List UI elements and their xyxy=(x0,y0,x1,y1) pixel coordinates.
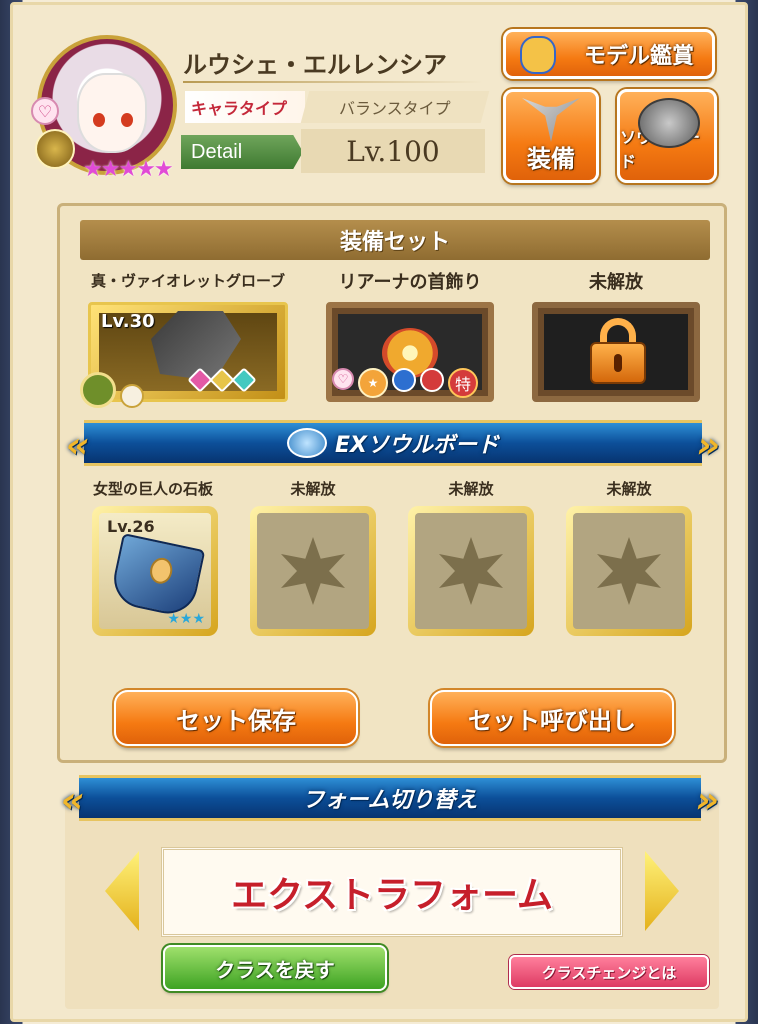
teal-gem-icon xyxy=(231,367,257,393)
set-save-button[interactable]: セット保存 xyxy=(114,690,358,746)
portrait-eye-left xyxy=(93,113,105,127)
class-change-info-button[interactable]: クラスチェンジとは xyxy=(509,955,709,989)
soul-board-emblem-icon xyxy=(287,428,327,458)
affection-heart-glyph: ♡ xyxy=(37,101,53,121)
tablet-portrait xyxy=(147,555,175,586)
soul-slot-3-label: 未解放 xyxy=(448,480,494,498)
sparkle-skill-icon xyxy=(120,384,144,408)
fire-element-icon xyxy=(420,368,444,392)
model-view-button[interactable]: モデル鑑賞 xyxy=(503,29,715,79)
class-emblem-icon xyxy=(35,129,75,169)
stone-tablet-icon xyxy=(108,533,206,619)
current-form-name: エクストラフォーム xyxy=(161,847,623,937)
character-level: Lv.100 xyxy=(301,129,485,173)
star-skill-icon: ★ xyxy=(358,368,388,398)
equip-slot-3-label: 未解放 xyxy=(589,272,643,293)
set-load-button[interactable]: セット呼び出し xyxy=(430,690,674,746)
equipment-set-panel: 装備セット 真・ヴァイオレットグローブ リアーナの首飾り 未解放 Lv.30 ♡… xyxy=(57,203,727,763)
pink-gem-icon xyxy=(187,367,213,393)
character-type-label: キャラタイプ xyxy=(185,91,305,123)
affection-heart-icon: ♡ xyxy=(31,97,59,125)
ex-soul-board-title: EXソウルボード xyxy=(335,433,499,458)
equip-slot-2-badges: ♡ ★ 特 xyxy=(332,368,478,398)
soul-slot-1-label: 女型の巨人の石板 xyxy=(92,480,213,498)
banner-chevron-left-icon: « xyxy=(66,425,90,466)
glove-skill-icon xyxy=(80,372,116,408)
character-detail-window: ♡ ★★★★★ ルウシェ・エルレンシア キャラタイプ バランスタイプ Detai… xyxy=(10,2,748,1022)
model-view-label: モデル鑑賞 xyxy=(583,44,694,69)
model-figure-icon xyxy=(520,36,556,74)
equip-slot-1-gems xyxy=(187,367,257,393)
equip-slot-1-label: 真・ヴァイオレットグローブ xyxy=(90,272,286,290)
portrait-face xyxy=(77,73,147,153)
soul-slot-2-label: 未解放 xyxy=(290,480,336,498)
star-placeholder-icon xyxy=(281,537,345,605)
equip-swords-icon xyxy=(522,98,580,142)
character-type-value: バランスタイプ xyxy=(300,91,490,123)
equip-label: 装備 xyxy=(527,145,575,173)
soul-slot-3-frame xyxy=(415,513,527,629)
equip-slot-1[interactable]: Lv.30 xyxy=(88,302,288,402)
equip-button[interactable]: 装備 xyxy=(503,89,599,183)
soul-slot-4-locked[interactable] xyxy=(566,506,692,636)
soul-board-button[interactable]: ソウルボード xyxy=(617,89,717,183)
soul-slot-3-locked[interactable] xyxy=(408,506,534,636)
banner-chevron-left-icon: « xyxy=(61,780,85,821)
ex-soul-board-banner: « EXソウルボード » xyxy=(66,420,720,466)
portrait-eye-right xyxy=(121,113,133,127)
special-badge: 特 xyxy=(448,368,478,398)
revert-class-button[interactable]: クラスを戻す xyxy=(163,945,387,991)
soul-slot-4-frame xyxy=(573,513,685,629)
necklace-affection-icon: ♡ xyxy=(332,368,354,390)
soul-slot-1-frame: Lv.26 ★★★ xyxy=(99,513,211,629)
star-placeholder-icon xyxy=(439,537,503,605)
banner-chevron-right-icon: » xyxy=(695,780,719,821)
soul-board-icon xyxy=(638,98,700,148)
form-switch-title: フォーム切り替え xyxy=(302,788,478,813)
lock-keyhole xyxy=(614,354,622,372)
gold-gem-icon xyxy=(209,367,235,393)
soul-slot-4-label: 未解放 xyxy=(606,480,652,498)
equip-slot-3-locked[interactable] xyxy=(532,302,700,402)
star-placeholder-icon xyxy=(597,537,661,605)
detail-button[interactable]: Detail xyxy=(181,135,303,169)
soul-slot-1-stars: ★★★ xyxy=(167,611,205,627)
equip-slot-1-level: Lv.30 xyxy=(101,311,155,332)
equip-slot-2-label: リアーナの首飾り xyxy=(338,272,482,293)
soul-slot-1[interactable]: Lv.26 ★★★ xyxy=(92,506,218,636)
form-switch-banner: « フォーム切り替え » xyxy=(61,775,719,821)
soul-slot-2-locked[interactable] xyxy=(250,506,376,636)
equipment-set-title: 装備セット xyxy=(80,220,710,260)
banner-chevron-right-icon: » xyxy=(696,425,720,466)
soul-slot-2-frame xyxy=(257,513,369,629)
name-divider xyxy=(183,81,483,83)
water-element-icon xyxy=(392,368,416,392)
soul-slot-1-level: Lv.26 xyxy=(107,517,155,536)
rarity-stars: ★★★★★ xyxy=(83,157,174,182)
character-type-value-text: バランスタイプ xyxy=(339,99,451,118)
character-name: ルウシェ・エルレンシア xyxy=(183,51,447,79)
